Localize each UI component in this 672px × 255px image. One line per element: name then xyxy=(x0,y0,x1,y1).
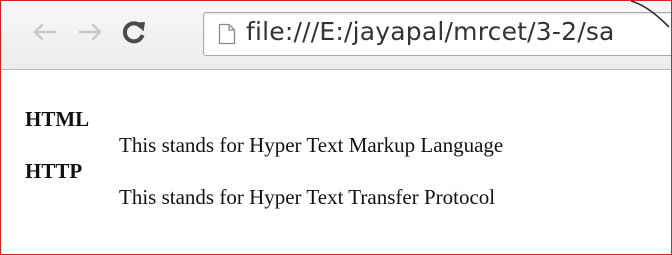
address-bar[interactable]: file:///E:/jayapal/mrcet/3-2/sa xyxy=(203,12,671,56)
term-html: HTML xyxy=(25,107,90,131)
window-corner-curve xyxy=(631,1,670,28)
reload-button[interactable] xyxy=(119,17,149,47)
page-icon xyxy=(218,23,236,45)
page-content: HTML This stands for Hyper Text Markup L… xyxy=(1,70,671,254)
forward-arrow-icon xyxy=(78,23,102,41)
description-html: This stands for Hyper Text Markup Langua… xyxy=(119,133,504,157)
forward-button[interactable] xyxy=(76,17,106,47)
reload-icon xyxy=(122,21,145,44)
description-http: This stands for Hyper Text Transfer Prot… xyxy=(119,185,496,209)
definition-list: HTML This stands for Hyper Text Markup L… xyxy=(25,106,503,210)
term-http: HTTP xyxy=(25,159,83,183)
back-button[interactable] xyxy=(29,17,59,47)
browser-toolbar: file:///E:/jayapal/mrcet/3-2/sa xyxy=(1,1,671,70)
browser-window: file:///E:/jayapal/mrcet/3-2/sa HTML Thi… xyxy=(0,0,672,255)
address-text[interactable]: file:///E:/jayapal/mrcet/3-2/sa xyxy=(246,17,615,46)
back-arrow-icon xyxy=(33,23,57,41)
